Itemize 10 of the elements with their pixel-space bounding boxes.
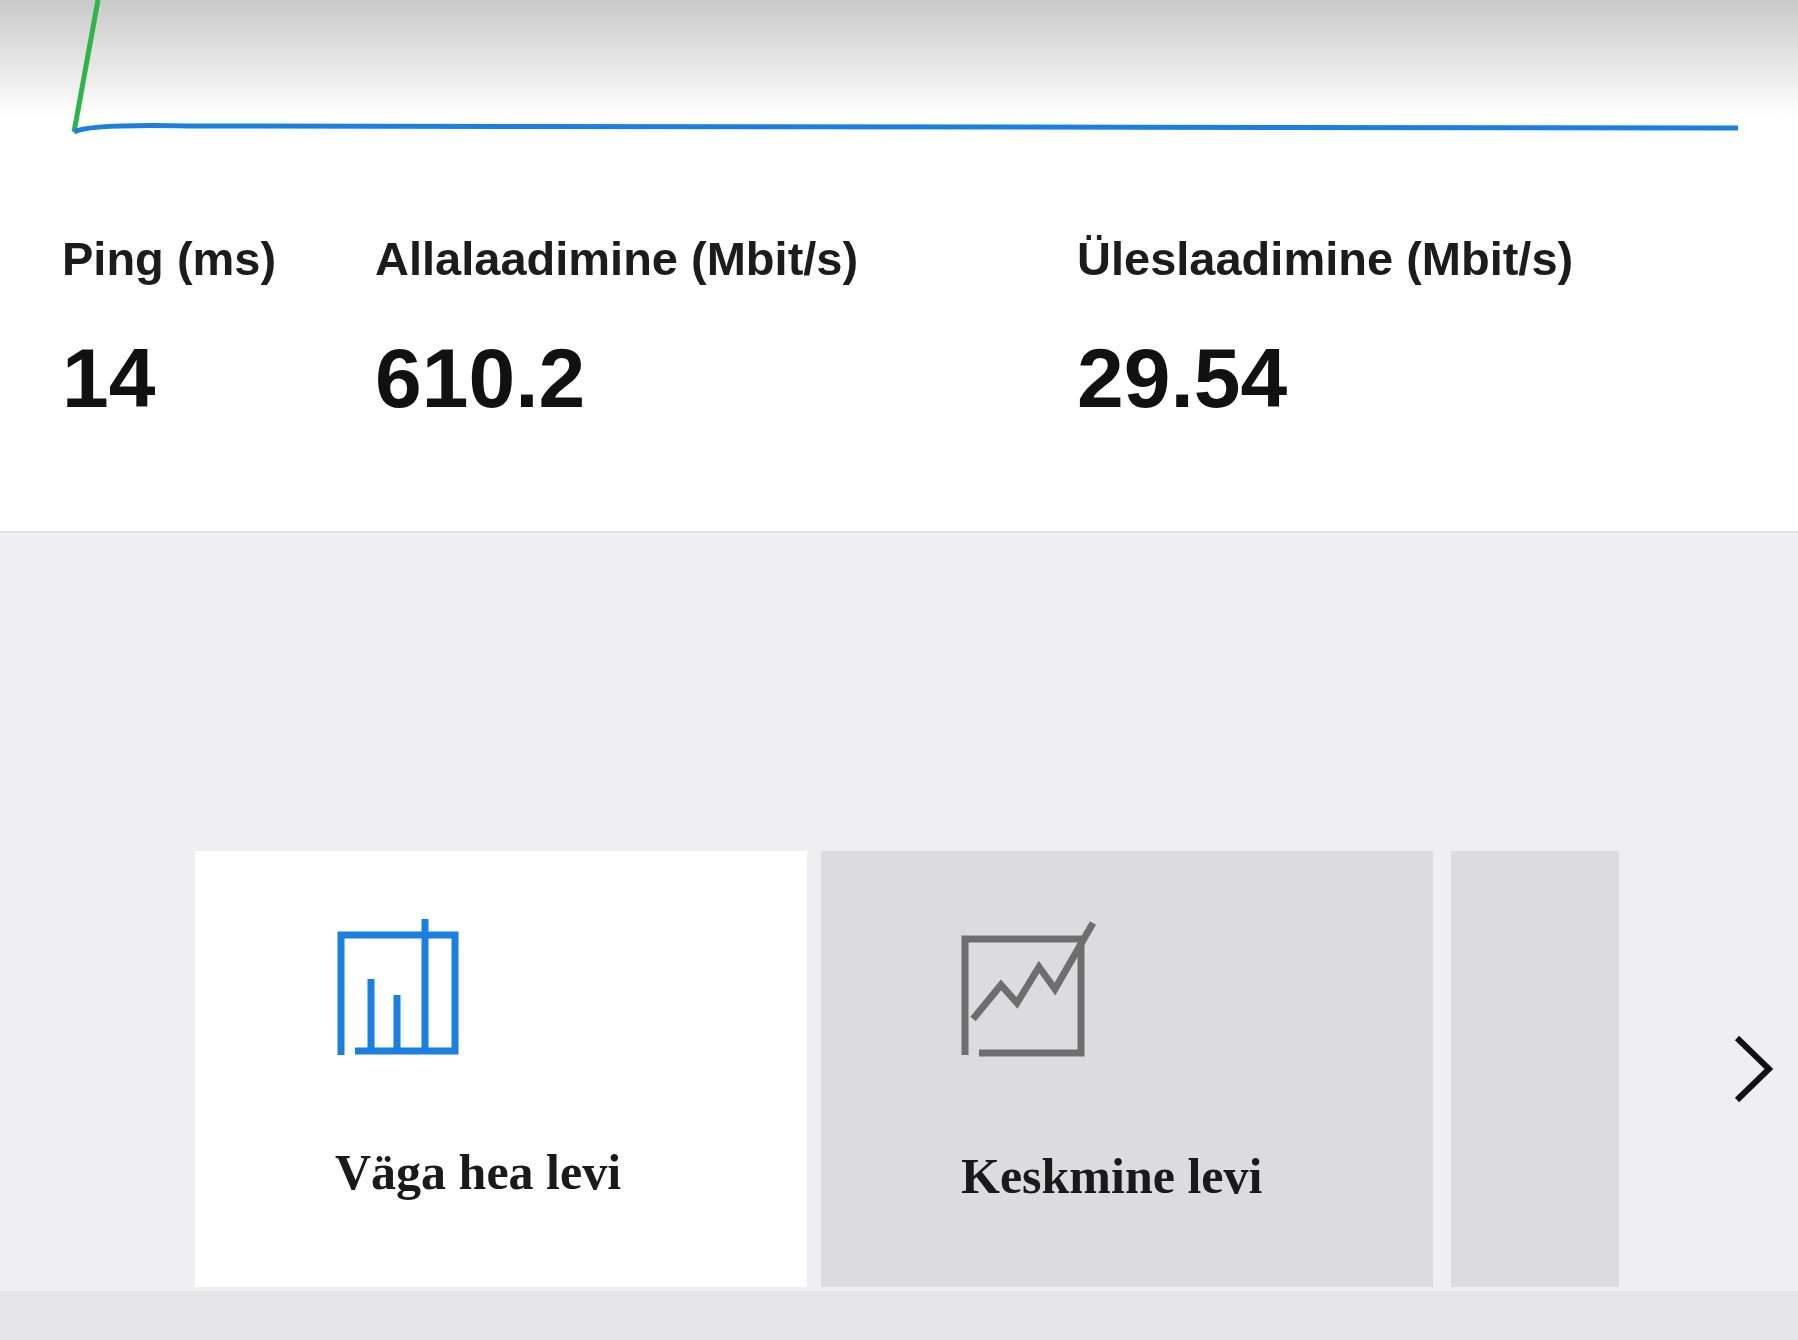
bar-chart-icon: [335, 919, 461, 1055]
line-chart-icon: [961, 919, 1097, 1059]
stat-value: 610.2: [375, 336, 587, 420]
card-label: Keskmine levi: [961, 1147, 1264, 1206]
stat-value: 14: [62, 336, 157, 420]
card-label: Väga hea levi: [335, 1143, 623, 1202]
chevron-right-icon[interactable]: [1733, 1034, 1773, 1104]
stat-value: 29.54: [1077, 336, 1289, 420]
signal-card[interactable]: Keskmine levi: [821, 851, 1433, 1287]
signal-card[interactable]: Väga hea levi: [195, 851, 807, 1287]
